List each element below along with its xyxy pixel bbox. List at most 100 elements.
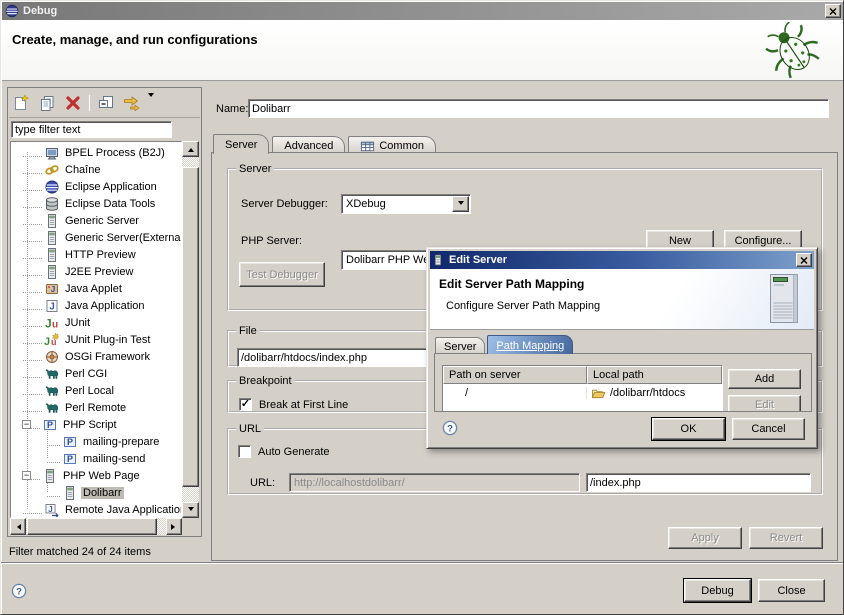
- tree-item[interactable]: Generic Server: [11, 212, 181, 229]
- php-icon: [62, 451, 78, 467]
- banner: Create, manage, and run configurations: [2, 20, 844, 81]
- dialog-title: Edit Server: [449, 254, 507, 266]
- tree-item[interactable]: Remote Java Application: [11, 501, 181, 518]
- tree-item[interactable]: Perl CGI: [11, 365, 181, 382]
- filter-config-icon[interactable]: [122, 93, 142, 113]
- tree-item[interactable]: Perl Remote: [11, 399, 181, 416]
- tree-item[interactable]: − PHP Script: [11, 416, 181, 433]
- tree-item[interactable]: −PHP Web Page: [11, 467, 181, 484]
- dialog-tab-path-mapping[interactable]: Path Mapping: [487, 335, 573, 354]
- server-debugger-select[interactable]: XDebug: [341, 194, 471, 214]
- auto-generate-label: Auto Generate: [258, 446, 330, 458]
- tree-item[interactable]: Java Applet: [11, 280, 181, 297]
- tree-item[interactable]: Dolibarr: [11, 484, 181, 501]
- junit-plugin-icon: [44, 332, 60, 348]
- tree-item-label: PHP Script: [61, 419, 119, 431]
- tree-item[interactable]: Chaîne: [11, 161, 181, 178]
- close-button[interactable]: Close: [758, 579, 825, 602]
- tree-item[interactable]: JUnit Plug-in Test: [11, 331, 181, 348]
- delete-config-icon[interactable]: [63, 93, 83, 113]
- scroll-right-button[interactable]: [166, 518, 182, 535]
- dialog-subheading: Configure Server Path Mapping: [446, 300, 600, 312]
- window-titlebar[interactable]: Debug: [2, 2, 844, 20]
- column-path-on-server[interactable]: Path on server: [443, 366, 587, 384]
- add-mapping-button[interactable]: Add: [728, 369, 801, 389]
- filter-input[interactable]: [11, 121, 172, 138]
- debug-button[interactable]: Debug: [684, 579, 751, 602]
- column-local-path[interactable]: Local path: [587, 366, 722, 384]
- tree-item-label: Generic Server(External La: [63, 232, 182, 244]
- tree-item[interactable]: HTTP Preview: [11, 246, 181, 263]
- dialog-tab-content: Path on server Local path / /dolibarr/ht…: [434, 353, 812, 412]
- horizontal-scrollbar-thumb[interactable]: [27, 518, 157, 535]
- tree-item[interactable]: BPEL Process (B2J): [11, 144, 181, 161]
- tree-item-label: mailing-prepare: [81, 436, 161, 448]
- auto-generate-checkbox[interactable]: [238, 445, 251, 458]
- server-tower-icon: [768, 273, 802, 328]
- tree-horizontal-scrollbar[interactable]: [10, 518, 182, 535]
- dialog-heading: Edit Server Path Mapping: [439, 277, 584, 291]
- tree-expander[interactable]: −: [22, 471, 31, 480]
- tree-item[interactable]: mailing-prepare: [11, 433, 181, 450]
- table-row[interactable]: / /dolibarr/htdocs: [443, 384, 722, 401]
- cancel-button[interactable]: Cancel: [732, 418, 805, 440]
- scroll-down-button[interactable]: [182, 502, 199, 518]
- break-first-line-label: Break at First Line: [259, 399, 348, 411]
- tree-item[interactable]: Eclipse Data Tools: [11, 195, 181, 212]
- name-label: Name:: [216, 101, 248, 117]
- test-debugger-button[interactable]: Test Debugger: [239, 262, 325, 287]
- tree-item-label: BPEL Process (B2J): [63, 147, 167, 159]
- dialog-titlebar[interactable]: Edit Server: [430, 251, 814, 269]
- cell-local-path: /dolibarr/htdocs: [587, 386, 722, 399]
- eclipse-logo-icon: [5, 4, 19, 18]
- tree-item[interactable]: OSGi Framework: [11, 348, 181, 365]
- tree-item-label: JUnit Plug-in Test: [63, 334, 152, 346]
- local-path-value: /dolibarr/htdocs: [610, 387, 685, 399]
- dialog-tabs: Server Path Mapping: [435, 335, 575, 354]
- tree-item-label: Java Application: [63, 300, 147, 312]
- tree-item[interactable]: JUnit: [11, 314, 181, 331]
- name-input[interactable]: [248, 99, 829, 118]
- window-close-button[interactable]: [825, 4, 841, 18]
- dialog-tab-server[interactable]: Server: [435, 337, 485, 354]
- java-application-icon: [44, 298, 60, 314]
- cell-path-on-server: /: [443, 387, 587, 399]
- tree-item[interactable]: J2EE Preview: [11, 263, 181, 280]
- server-icon: [432, 253, 444, 267]
- new-config-icon[interactable]: [11, 93, 31, 113]
- edit-mapping-button[interactable]: Edit: [728, 395, 801, 412]
- scrollbar-corner: [182, 518, 199, 535]
- help-icon[interactable]: [11, 583, 27, 602]
- tree-item-label: mailing-send: [81, 453, 147, 465]
- tree-vertical-scrollbar[interactable]: [182, 141, 199, 518]
- php-icon: [62, 434, 78, 450]
- tree-item-label: Chaîne: [63, 164, 102, 176]
- url-path-input[interactable]: [586, 473, 811, 492]
- dropdown-arrow-icon[interactable]: [452, 196, 469, 212]
- folder-open-icon: [591, 386, 606, 399]
- revert-button[interactable]: Revert: [749, 527, 823, 549]
- vertical-scrollbar-thumb[interactable]: [182, 167, 199, 487]
- debug-configurations-window: Debug Create, manage, and run configurat…: [0, 0, 844, 615]
- dialog-help-icon[interactable]: [442, 420, 458, 439]
- tree-item[interactable]: Perl Local: [11, 382, 181, 399]
- tree-expander[interactable]: −: [22, 420, 31, 429]
- apply-button[interactable]: Apply: [668, 527, 742, 549]
- tree-item[interactable]: Eclipse Application: [11, 178, 181, 195]
- dialog-close-button[interactable]: [796, 253, 812, 267]
- caret-down-icon[interactable]: [148, 97, 154, 109]
- camel-icon: [44, 366, 60, 382]
- tree-item-label: Dolibarr: [81, 487, 124, 499]
- bpel-process-icon: [44, 145, 60, 161]
- collapse-all-icon[interactable]: [96, 93, 116, 113]
- ok-button[interactable]: OK: [652, 418, 725, 440]
- tree-item[interactable]: mailing-send: [11, 450, 181, 467]
- scroll-left-button[interactable]: [10, 518, 26, 535]
- duplicate-config-icon[interactable]: [37, 93, 57, 113]
- tree-item-label: Remote Java Application: [63, 504, 182, 516]
- scroll-up-button[interactable]: [182, 141, 199, 157]
- tab-server[interactable]: Server: [213, 134, 269, 154]
- tree-item[interactable]: Generic Server(External La: [11, 229, 181, 246]
- tree-item[interactable]: Java Application: [11, 297, 181, 314]
- break-first-line-checkbox[interactable]: [239, 398, 252, 411]
